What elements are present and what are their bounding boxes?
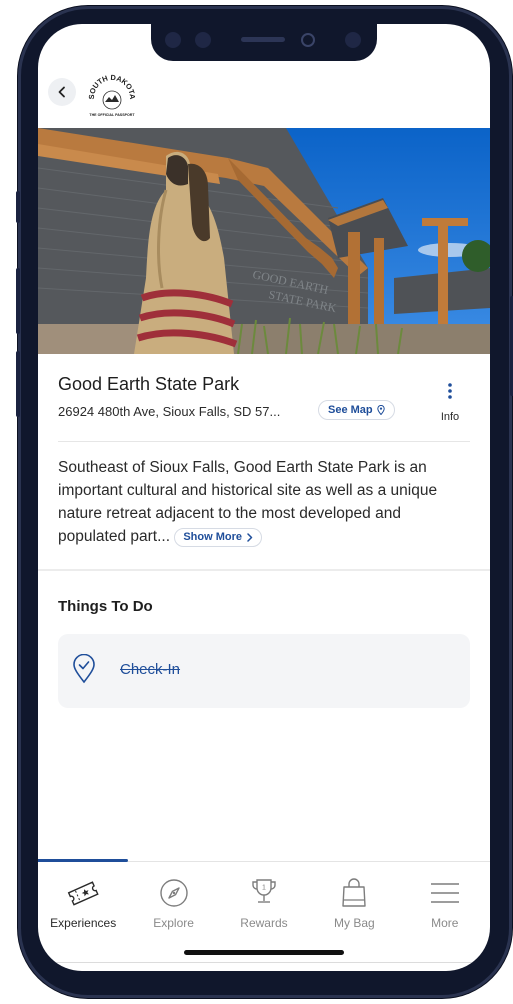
park-visitor-center-photo: GOOD EARTH STATE PARK bbox=[38, 128, 490, 354]
sensor-dot bbox=[195, 32, 211, 48]
svg-text:THE OFFICIAL PASSPORT: THE OFFICIAL PASSPORT bbox=[89, 113, 135, 117]
notch bbox=[151, 24, 377, 61]
mute-switch bbox=[16, 191, 20, 223]
nav-item-my-bag[interactable]: My Bag bbox=[309, 876, 399, 938]
menu-icon bbox=[430, 883, 459, 903]
see-map-button[interactable]: See Map bbox=[318, 400, 395, 420]
volume-up-button bbox=[16, 268, 20, 334]
bottom-nav: Experiences Explore 1 Rewards My Bag Mor… bbox=[38, 876, 490, 938]
svg-text:1: 1 bbox=[262, 885, 266, 892]
active-tab-indicator bbox=[38, 859, 128, 862]
trophy-icon: 1 bbox=[252, 879, 276, 903]
app-screen: SOUTH DAKOTA THE OFFICIAL PASSPORT GOOD … bbox=[38, 24, 490, 971]
info-label: Info bbox=[440, 411, 460, 423]
show-more-button[interactable]: Show More bbox=[174, 528, 263, 547]
task-label: Check-In bbox=[120, 661, 181, 678]
divider bbox=[58, 441, 470, 442]
top-bar: SOUTH DAKOTA THE OFFICIAL PASSPORT bbox=[38, 70, 490, 126]
earpiece-speaker bbox=[241, 37, 285, 42]
chevron-left-icon bbox=[58, 86, 65, 98]
nav-label: Experiences bbox=[50, 916, 117, 930]
back-button[interactable] bbox=[48, 78, 76, 106]
nav-item-experiences[interactable]: Experiences bbox=[38, 876, 128, 938]
check-in-pin-icon bbox=[73, 654, 95, 684]
svg-text:SOUTH DAKOTA: SOUTH DAKOTA bbox=[87, 73, 137, 100]
compass-icon bbox=[159, 879, 188, 907]
home-indicator[interactable] bbox=[184, 950, 344, 955]
more-vertical-icon bbox=[448, 383, 452, 399]
nav-label: More bbox=[431, 916, 459, 930]
place-title: Good Earth State Park bbox=[58, 374, 240, 394]
place-description: Southeast of Sioux Falls, Good Earth Sta… bbox=[58, 456, 472, 548]
things-to-do-title: Things To Do bbox=[58, 598, 153, 615]
bag-icon bbox=[342, 878, 367, 907]
info-button[interactable]: Info bbox=[432, 382, 468, 423]
see-map-label: See Map bbox=[328, 404, 373, 416]
nav-label: Rewards bbox=[240, 916, 288, 930]
nav-item-more[interactable]: More bbox=[400, 876, 490, 938]
nav-label: Explore bbox=[153, 916, 194, 930]
nav-label: My Bag bbox=[334, 916, 375, 930]
sensor-dot bbox=[165, 32, 181, 48]
task-card-check-in[interactable]: Check-In bbox=[58, 634, 470, 708]
nav-item-rewards[interactable]: 1 Rewards bbox=[219, 876, 309, 938]
map-pin-icon bbox=[376, 405, 385, 415]
hero-image: GOOD EARTH STATE PARK bbox=[38, 128, 490, 354]
sensor-dot bbox=[345, 32, 361, 48]
place-address: 26924 480th Ave, Sioux Falls, SD 57... bbox=[58, 404, 281, 419]
chevron-right-icon bbox=[247, 533, 253, 542]
ticket-icon bbox=[67, 881, 99, 906]
show-more-label: Show More bbox=[183, 531, 243, 543]
south-dakota-passport-logo: SOUTH DAKOTA THE OFFICIAL PASSPORT bbox=[87, 73, 137, 117]
bottom-rule bbox=[38, 962, 490, 963]
front-camera bbox=[301, 33, 315, 47]
nav-item-explore[interactable]: Explore bbox=[128, 876, 218, 938]
section-divider bbox=[38, 569, 490, 571]
volume-down-button bbox=[16, 351, 20, 417]
